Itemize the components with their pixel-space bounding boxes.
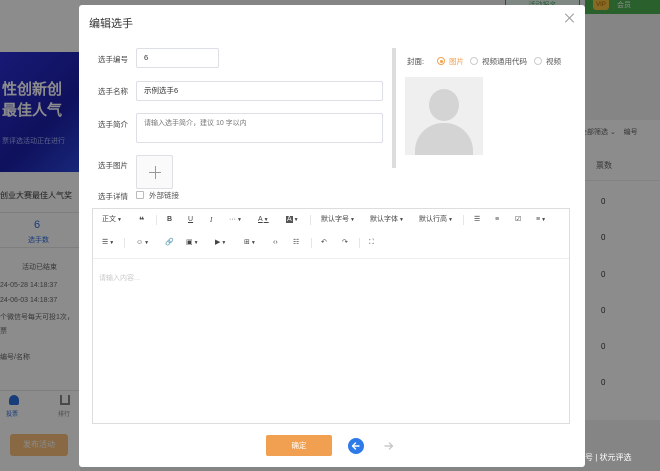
font-size-dropdown[interactable]: 默认字号▼ <box>321 212 355 228</box>
confirm-button[interactable]: 确定 <box>266 435 332 456</box>
bold-button[interactable]: B <box>167 212 172 228</box>
cover-option-image[interactable]: 图片 <box>449 56 464 67</box>
scrollbar[interactable] <box>392 48 396 168</box>
watermark: 网易号 | 状元评选 <box>569 453 632 462</box>
paragraph-dropdown[interactable]: 正文▼ <box>102 212 122 228</box>
cover-radio-image[interactable] <box>437 57 445 65</box>
code-icon[interactable]: ‹› <box>273 235 278 251</box>
detail-label: 选手详情 <box>98 192 128 201</box>
name-label: 选手名称 <box>98 87 128 96</box>
cover-image-placeholder[interactable] <box>405 77 483 155</box>
bullet-list-icon[interactable]: ☰ <box>474 212 480 228</box>
bg-color-dropdown[interactable]: A ▼ <box>286 212 299 228</box>
cover-label: 封面: <box>407 57 425 66</box>
external-link-label: 外部链接 <box>149 191 179 200</box>
edit-contestant-dialog: 编辑选手 选手编号 6 选手名称 示例选手6 选手简介 选手图片 选手详情 外部… <box>79 5 585 467</box>
number-input[interactable]: 6 <box>136 48 219 68</box>
indent-dropdown-icon[interactable]: ☰▼ <box>102 235 114 251</box>
image-dropdown-icon[interactable]: ▣▼ <box>186 235 199 251</box>
fullscreen-icon[interactable]: ⛶ <box>369 235 374 251</box>
editor-toolbar-row-2: ☰▼ ☺▼ 🔗 ▣▼ ▶▼ ⊞▼ ‹› ☷ ↶ ↷ ⛶ <box>93 235 569 257</box>
rich-text-editor: 正文▼ ❝ B U I ···▼ A▼ A ▼ 默认字号▼ 默认字体▼ 默认行高▼… <box>92 208 570 424</box>
previous-arrow-icon[interactable] <box>348 438 364 454</box>
underline-button[interactable]: U <box>188 212 193 228</box>
redo-icon[interactable]: ↷ <box>342 235 348 251</box>
intro-textarea[interactable] <box>136 113 383 143</box>
numbered-list-icon[interactable]: ≡ <box>495 212 499 228</box>
image-label: 选手图片 <box>98 161 128 170</box>
todo-checkbox-icon[interactable]: ☑ <box>515 212 521 228</box>
link-icon[interactable]: 🔗 <box>165 235 174 251</box>
font-family-dropdown[interactable]: 默认字体▼ <box>370 212 404 228</box>
cover-radio-video[interactable] <box>534 57 542 65</box>
cover-option-video-code[interactable]: 视频通用代码 <box>482 56 527 67</box>
editor-content-area[interactable]: 请输入内容... <box>99 273 140 283</box>
editor-toolbar-row-1: 正文▼ ❝ B U I ···▼ A▼ A ▼ 默认字号▼ 默认字体▼ 默认行高▼… <box>93 212 569 234</box>
video-dropdown-icon[interactable]: ▶▼ <box>215 235 226 251</box>
intro-label: 选手简介 <box>98 120 128 129</box>
cover-option-video[interactable]: 视频 <box>546 56 561 67</box>
next-arrow-icon[interactable] <box>381 438 397 454</box>
table-dropdown-icon[interactable]: ⊞▼ <box>244 235 256 251</box>
font-color-dropdown[interactable]: A▼ <box>258 212 269 228</box>
undo-icon[interactable]: ↶ <box>321 235 327 251</box>
quote-icon[interactable]: ❝ <box>139 212 144 228</box>
add-image-button[interactable] <box>136 155 173 189</box>
emoji-dropdown-icon[interactable]: ☺▼ <box>136 235 149 251</box>
dialog-title: 编辑选手 <box>89 18 133 30</box>
line-height-dropdown[interactable]: 默认行高▼ <box>419 212 453 228</box>
align-dropdown-icon[interactable]: ≡▼ <box>536 212 546 228</box>
number-label: 选手编号 <box>98 55 128 64</box>
name-input[interactable]: 示例选手6 <box>136 81 383 101</box>
italic-button[interactable]: I <box>210 212 212 228</box>
avatar-head-icon <box>429 89 459 121</box>
more-format-dropdown[interactable]: ···▼ <box>229 212 242 228</box>
close-icon[interactable] <box>563 11 577 25</box>
divider-line-icon[interactable]: ☷ <box>293 235 299 251</box>
external-link-checkbox[interactable] <box>136 191 144 199</box>
avatar-body-icon <box>415 123 473 155</box>
cover-radio-video-code[interactable] <box>470 57 478 65</box>
